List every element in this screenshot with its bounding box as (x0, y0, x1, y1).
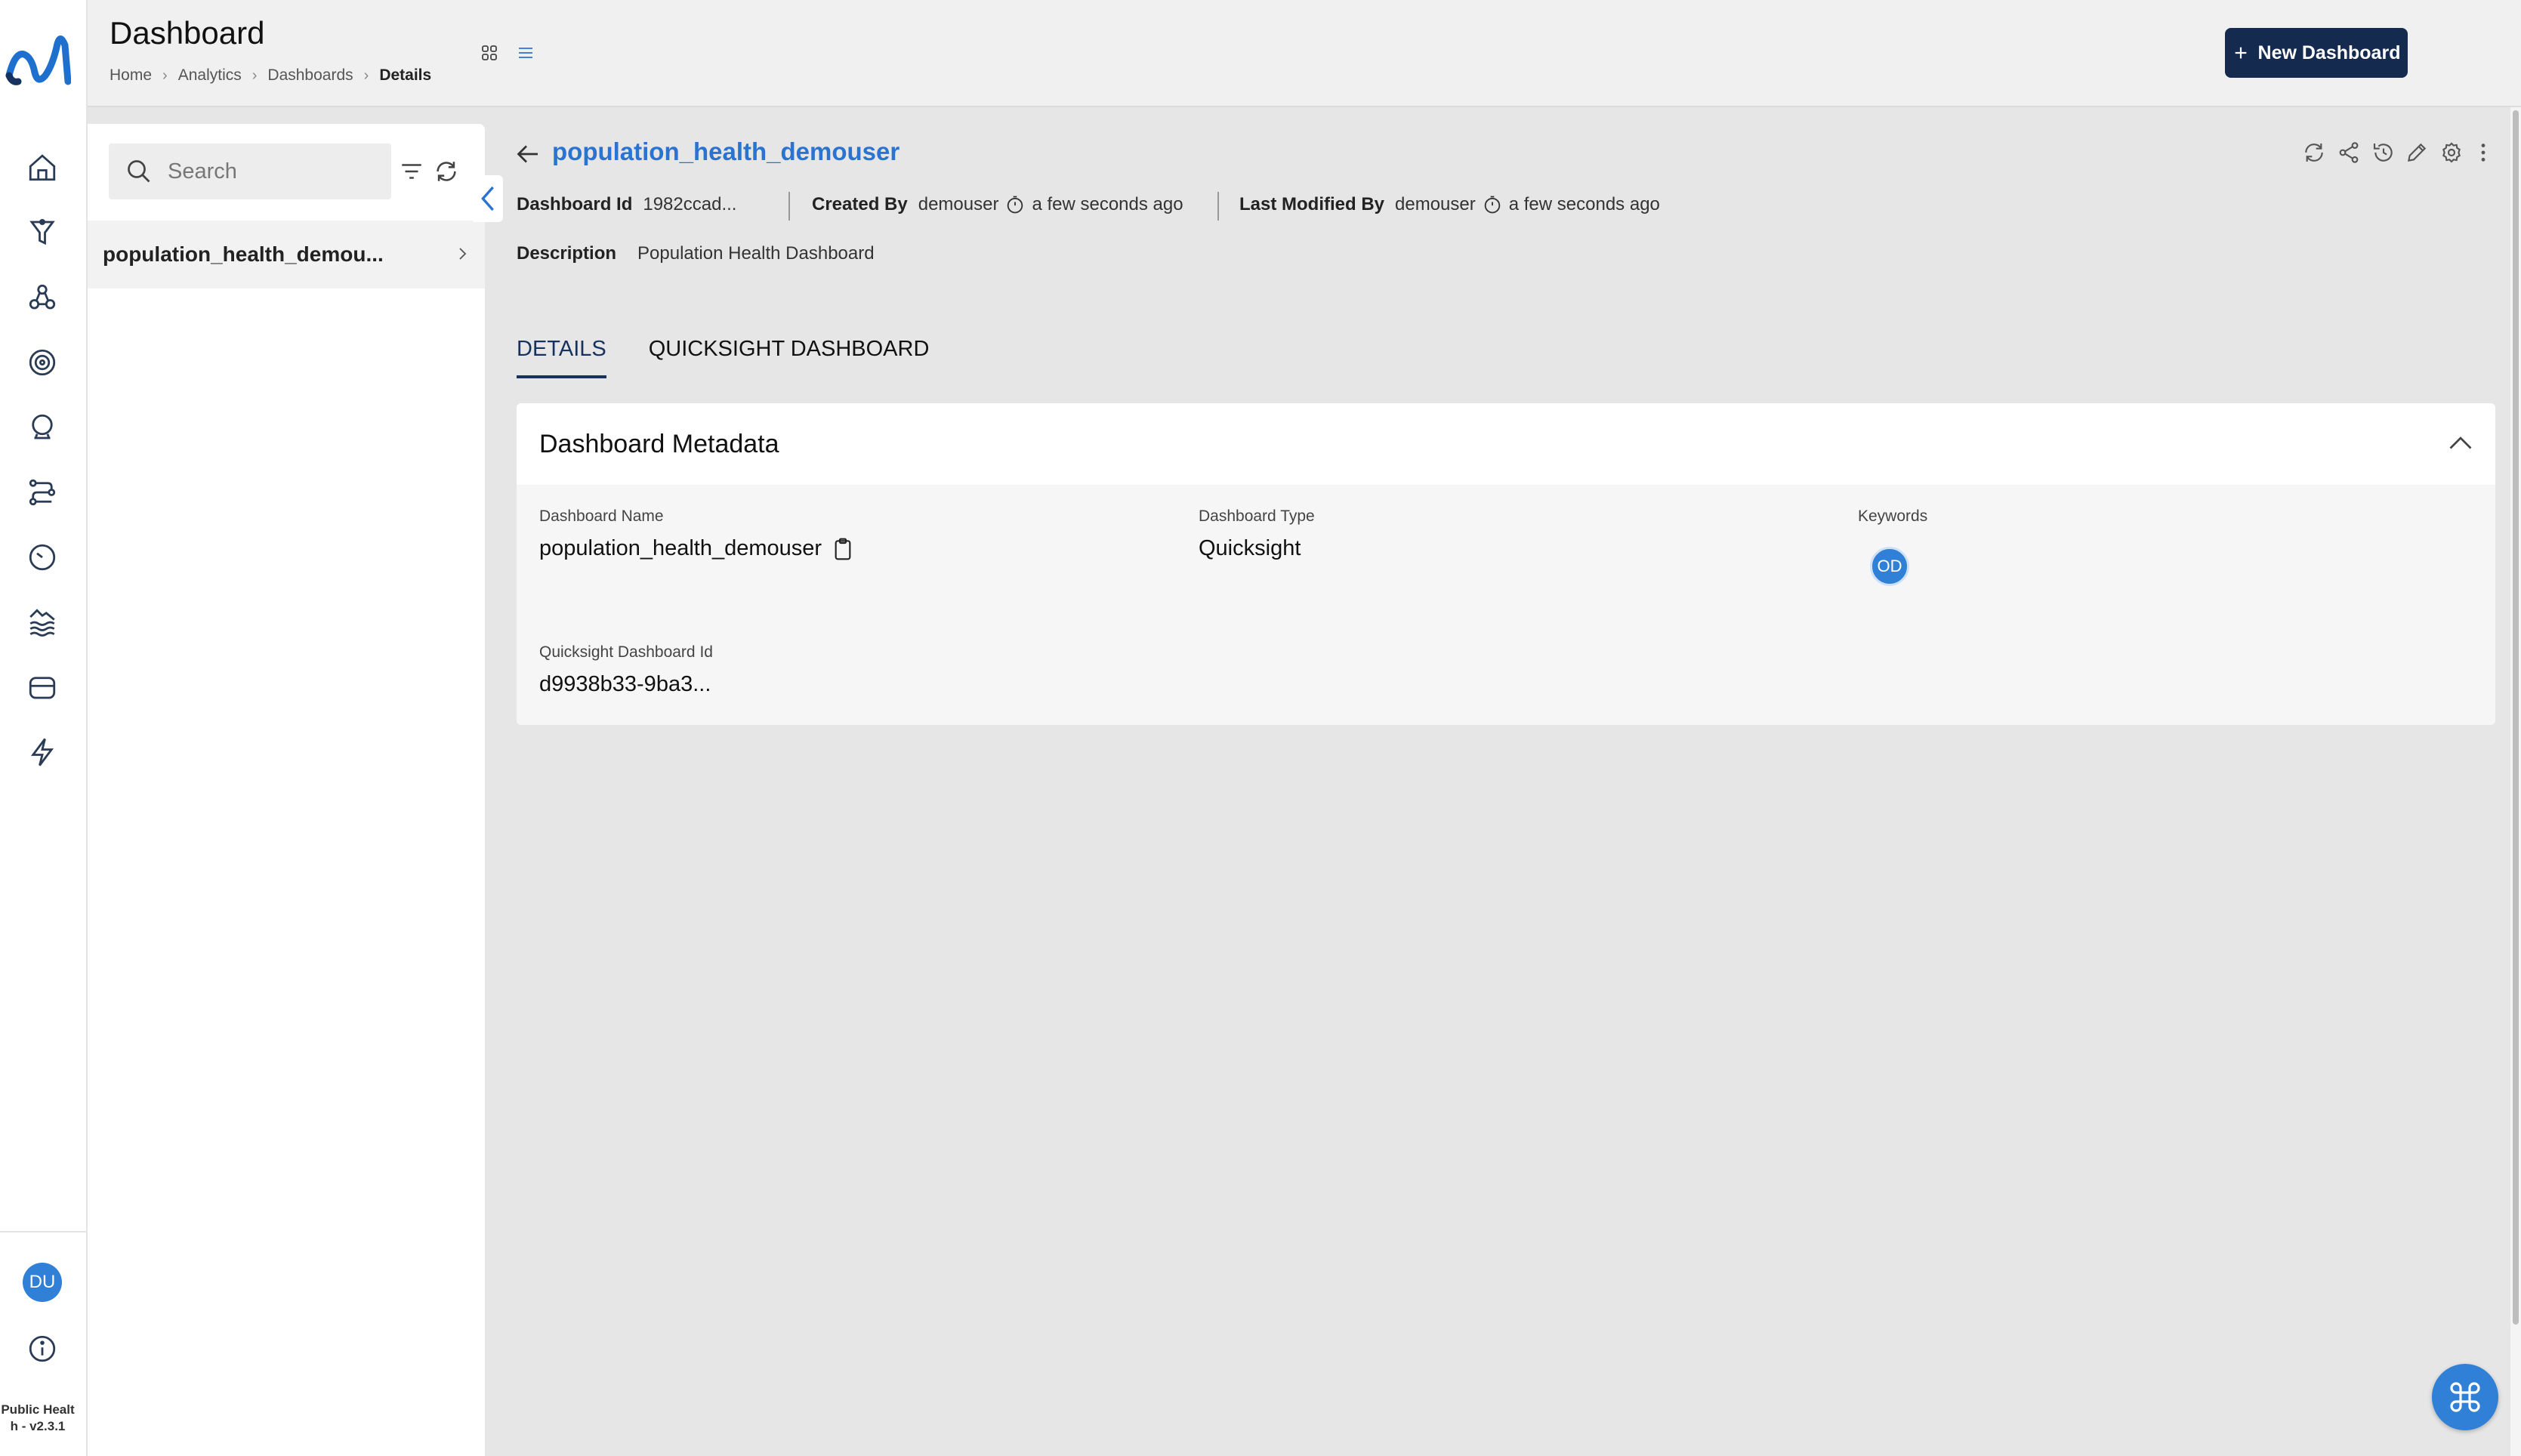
meta-modified-by: Last Modified By demouser a few seconds … (1239, 194, 1660, 215)
nav-lightning-icon[interactable] (23, 733, 62, 772)
dashboard-name-title[interactable]: population_health_demouser (552, 137, 899, 166)
command-palette-button[interactable] (2432, 1364, 2498, 1430)
collapse-panel-button[interactable] (473, 175, 503, 222)
nav-funnel-icon[interactable] (23, 213, 62, 252)
meta-label: Description (517, 243, 617, 264)
list-item[interactable]: population_health_demou... (88, 221, 485, 288)
chevron-left-icon (477, 184, 498, 214)
nav-molecule-icon[interactable] (23, 278, 62, 317)
nav-storage-icon[interactable] (23, 668, 62, 707)
timer-icon (1482, 194, 1503, 215)
card-title: Dashboard Metadata (539, 429, 779, 458)
meta-label: Last Modified By (1239, 194, 1385, 214)
share-icon[interactable] (2335, 139, 2362, 166)
breadcrumb-dashboards[interactable]: Dashboards (267, 66, 353, 85)
field-label: Dashboard Type (1199, 507, 1315, 525)
meta-created-by: Created By demouser a few seconds ago (812, 194, 1183, 215)
info-icon[interactable] (23, 1329, 62, 1368)
keyword-chip[interactable]: OD (1870, 547, 1909, 586)
breadcrumb: Home › Analytics › Dashboards › Details (110, 66, 431, 85)
rail-divider (0, 1231, 88, 1232)
dashboard-name-value: population_health_demouser (539, 536, 822, 560)
refresh-icon[interactable] (2300, 139, 2328, 166)
field-label: Dashboard Name (539, 507, 664, 525)
dashboard-type-value: Quicksight (1199, 536, 1301, 560)
search-box (109, 143, 391, 199)
command-key-icon (2447, 1379, 2483, 1415)
breadcrumb-analytics[interactable]: Analytics (178, 66, 242, 85)
search-icon (125, 158, 153, 185)
meta-dashboard-id: Dashboard Id 1982ccad... (517, 194, 736, 215)
plus-icon (2232, 45, 2249, 61)
history-icon[interactable] (2370, 139, 2397, 166)
meta-value: demouser (1395, 194, 1476, 214)
nav-lake-icon[interactable] (23, 603, 62, 642)
nav-target-icon[interactable] (23, 343, 62, 382)
user-avatar[interactable]: DU (23, 1263, 62, 1302)
meta-description: Description Population Health Dashboard (517, 243, 875, 264)
chevron-right-icon (453, 245, 471, 263)
timer-icon (1004, 194, 1026, 215)
field-label: Keywords (1858, 507, 1928, 525)
nav-clock-icon[interactable] (23, 538, 62, 577)
chevron-right-icon: › (162, 66, 168, 84)
list-item-label: population_health_demou... (103, 242, 384, 266)
dashboard-list-panel: population_health_demou... (88, 124, 485, 1456)
list-view-icon[interactable] (515, 42, 536, 63)
nav-pipeline-icon[interactable] (23, 473, 62, 512)
filter-icon[interactable] (397, 157, 426, 186)
meta-divider (788, 192, 790, 221)
breadcrumb-home[interactable]: Home (110, 66, 152, 85)
chevron-up-icon[interactable] (2447, 433, 2474, 452)
nav-crystal-ball-icon[interactable] (23, 408, 62, 447)
meta-label: Created By (812, 194, 908, 214)
grid-view-icon[interactable] (479, 42, 500, 63)
page-scrollbar[interactable] (2510, 107, 2521, 1456)
scrollbar-thumb[interactable] (2513, 110, 2519, 1325)
meta-divider (1217, 192, 1219, 221)
tab-details[interactable]: DETAILS (517, 337, 606, 378)
copy-clipboard-icon[interactable] (832, 537, 853, 561)
nav-home-icon[interactable] (23, 148, 62, 187)
new-dashboard-label: New Dashboard (2257, 42, 2401, 63)
app-logo-icon[interactable] (5, 29, 71, 89)
tab-quicksight-dashboard[interactable]: QUICKSIGHT DASHBOARD (649, 337, 930, 378)
more-vertical-icon[interactable] (2470, 139, 2497, 166)
chevron-right-icon: › (363, 66, 369, 84)
meta-value: demouser (918, 194, 999, 214)
chevron-right-icon: › (251, 66, 258, 84)
meta-time: a few seconds ago (1032, 194, 1183, 214)
top-header: Dashboard Home › Analytics › Dashboards … (88, 0, 2521, 107)
refresh-list-icon[interactable] (432, 157, 461, 186)
field-label: Quicksight Dashboard Id (539, 643, 713, 661)
back-arrow-icon[interactable] (515, 140, 542, 168)
new-dashboard-button[interactable]: New Dashboard (2225, 28, 2408, 78)
card-header[interactable]: Dashboard Metadata (517, 403, 2495, 485)
left-nav-rail: DU Public Health - v2.3.1 (0, 0, 88, 1456)
detail-tabs: DETAILS QUICKSIGHT DASHBOARD (517, 337, 929, 378)
edit-icon[interactable] (2403, 139, 2430, 166)
quicksight-id-value[interactable]: d9938b33-9ba3... (539, 672, 711, 697)
page-title: Dashboard (110, 15, 265, 51)
meta-time: a few seconds ago (1508, 194, 1660, 214)
field-value: population_health_demouser (539, 536, 853, 561)
meta-value[interactable]: 1982ccad... (643, 194, 736, 215)
app-version-label: Public Health - v2.3.1 (1, 1402, 75, 1433)
breadcrumb-details: Details (379, 66, 432, 84)
meta-value: Population Health Dashboard (637, 243, 875, 264)
search-input[interactable] (168, 159, 364, 184)
settings-icon[interactable] (2438, 139, 2465, 166)
dashboard-metadata-card: Dashboard Metadata Dashboard Name popula… (517, 403, 2495, 725)
meta-label: Dashboard Id (517, 194, 633, 214)
